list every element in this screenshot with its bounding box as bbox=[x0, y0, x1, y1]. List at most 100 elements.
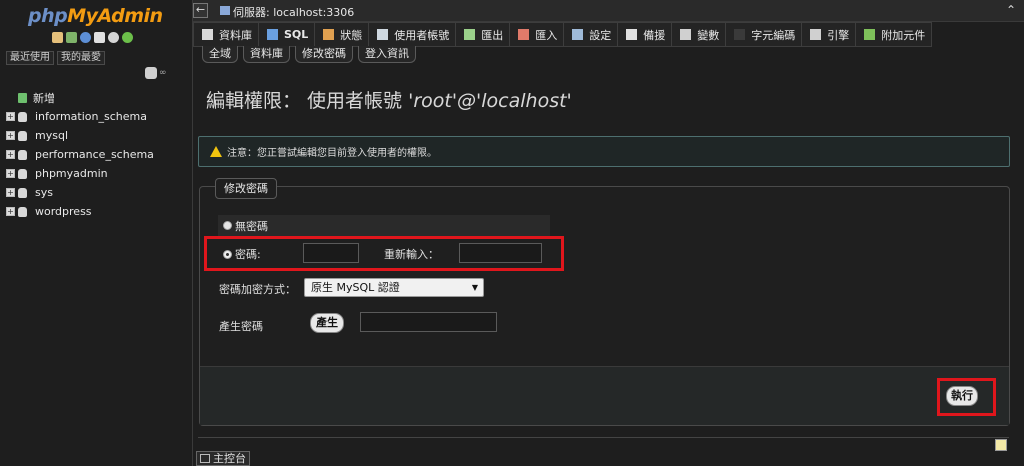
database-label: mysql bbox=[35, 129, 68, 142]
highlight-box-password bbox=[204, 236, 564, 271]
expand-icon[interactable]: + bbox=[6, 131, 15, 140]
menu-item-label: 變數 bbox=[697, 28, 720, 42]
logout-icon[interactable] bbox=[66, 32, 77, 43]
server-breadcrumb-bar: ← 伺服器: localhost:3306 ⌃ bbox=[193, 0, 1024, 22]
generate-button[interactable]: 產生 bbox=[310, 313, 344, 333]
expand-icon[interactable]: + bbox=[6, 207, 15, 216]
logo-text-myadmin: MyAdmin bbox=[67, 5, 163, 27]
database-icon bbox=[18, 149, 27, 160]
tree-item-mysql[interactable]: + mysql bbox=[6, 126, 191, 145]
wrench-icon bbox=[572, 29, 584, 40]
notice-text: 注意：您正嘗試編輯您目前登入使用者的權限。 bbox=[227, 148, 437, 159]
tree-item-phpmyadmin[interactable]: + phpmyadmin bbox=[6, 164, 191, 183]
replication-icon bbox=[626, 29, 638, 40]
engine-icon bbox=[810, 29, 822, 40]
expand-icon[interactable]: + bbox=[6, 188, 15, 197]
menu-item-users[interactable]: 使用者帳號 bbox=[369, 22, 457, 47]
chevron-down-icon: ▼ bbox=[471, 283, 478, 292]
collapse-topbar-icon[interactable]: ⌃ bbox=[1006, 3, 1016, 17]
expand-icon[interactable]: + bbox=[6, 150, 15, 159]
server-breadcrumb[interactable]: 伺服器: localhost:3306 bbox=[233, 4, 354, 20]
server-icon bbox=[220, 6, 230, 15]
menu-item-label: 匯出 bbox=[481, 28, 504, 42]
menu-item-wrench[interactable]: 設定 bbox=[564, 22, 619, 47]
subtab-global[interactable]: 全域 bbox=[202, 46, 238, 63]
menu-item-import[interactable]: 匯入 bbox=[510, 22, 565, 47]
docs-icon[interactable] bbox=[94, 32, 105, 43]
menu-item-sql[interactable]: SQL bbox=[259, 22, 316, 47]
plugin-icon bbox=[864, 29, 876, 40]
tree-item-information-schema[interactable]: + information_schema bbox=[6, 107, 191, 126]
database-icon bbox=[18, 111, 27, 122]
fieldset-legend: 修改密碼 bbox=[215, 178, 277, 199]
database-label: sys bbox=[35, 186, 53, 199]
menu-item-replication[interactable]: 備援 bbox=[618, 22, 673, 47]
recent-tab[interactable]: 最近使用 bbox=[6, 51, 54, 65]
collapse-all-icon[interactable] bbox=[145, 67, 157, 79]
form-footer bbox=[200, 366, 1009, 425]
tree-item-performance-schema[interactable]: + performance_schema bbox=[6, 145, 191, 164]
menu-item-label: 匯入 bbox=[535, 28, 558, 42]
notice-box: 注意：您正嘗試編輯您目前登入使用者的權限。 bbox=[198, 136, 1010, 167]
sql-icon bbox=[267, 29, 278, 40]
reload-icon[interactable] bbox=[122, 32, 133, 43]
database-icon bbox=[202, 29, 213, 40]
page-title: 編輯權限： 使用者帳號 'root'@'localhost' bbox=[206, 86, 572, 113]
nav-quick-icons bbox=[52, 32, 133, 46]
menu-item-label: 字元編碼 bbox=[751, 28, 796, 42]
console-tab[interactable]: 主控台 bbox=[196, 451, 250, 466]
tree-item-sys[interactable]: + sys bbox=[6, 183, 191, 202]
expand-icon[interactable]: + bbox=[6, 169, 15, 178]
menu-item-charset[interactable]: 字元編碼 bbox=[726, 22, 803, 47]
status-icon bbox=[323, 29, 335, 40]
new-database-icon bbox=[18, 92, 27, 103]
no-password-label[interactable]: 無密碼 bbox=[235, 218, 268, 234]
back-arrow-icon[interactable]: ← bbox=[193, 3, 208, 18]
menu-item-variables[interactable]: 變數 bbox=[672, 22, 727, 47]
users-icon bbox=[377, 29, 389, 40]
import-icon bbox=[518, 29, 530, 40]
expand-icon[interactable]: + bbox=[6, 112, 15, 121]
favorites-tab[interactable]: 我的最愛 bbox=[57, 51, 105, 65]
menu-item-label: 資料庫 bbox=[219, 28, 252, 42]
menu-item-status[interactable]: 狀態 bbox=[315, 22, 370, 47]
menu-item-label: 附加元件 bbox=[881, 28, 926, 42]
warning-icon bbox=[210, 146, 222, 157]
menu-item-database[interactable]: 資料庫 bbox=[193, 22, 259, 47]
page-title-prefix: 編輯權限： 使用者帳號 bbox=[206, 90, 403, 112]
new-database-label: 新增 bbox=[33, 91, 55, 105]
menu-item-label: SQL bbox=[284, 28, 309, 41]
help-icon[interactable] bbox=[80, 32, 91, 43]
subtab-login-info[interactable]: 登入資訊 bbox=[358, 46, 416, 63]
database-label: performance_schema bbox=[35, 148, 154, 161]
tree-item-new[interactable]: 新增 bbox=[6, 88, 191, 107]
phpmyadmin-logo[interactable]: phpMyAdmin bbox=[28, 5, 163, 31]
navigation-panel: phpMyAdmin 最近使用 我的最愛 ∞ 新增 + information_… bbox=[0, 0, 193, 466]
database-icon bbox=[18, 187, 27, 198]
logo-text-php: php bbox=[28, 5, 68, 27]
generated-password-field[interactable] bbox=[360, 312, 497, 332]
menu-item-plugin[interactable]: 附加元件 bbox=[856, 22, 933, 47]
note-icon[interactable] bbox=[995, 439, 1007, 451]
main-menu: 資料庫 SQL 狀態 使用者帳號 匯出 匯入 設定 備援 變數 字元編碼 引擎 附加元件 bbox=[193, 22, 1024, 47]
link-icon[interactable]: ∞ bbox=[159, 68, 167, 78]
menu-item-export[interactable]: 匯出 bbox=[456, 22, 511, 47]
database-label: phpmyadmin bbox=[35, 167, 108, 180]
console-label: 主控台 bbox=[213, 452, 246, 465]
no-password-radio[interactable] bbox=[223, 221, 232, 230]
home-icon[interactable] bbox=[52, 32, 63, 43]
subtab-change-password[interactable]: 修改密碼 bbox=[295, 46, 353, 63]
database-icon bbox=[18, 130, 27, 141]
subtab-database[interactable]: 資料庫 bbox=[243, 46, 290, 63]
export-icon bbox=[464, 29, 476, 40]
page-title-user: 'root'@'localhost' bbox=[408, 90, 572, 112]
hashing-method-select[interactable]: 原生 MySQL 認證 ▼ bbox=[304, 278, 484, 297]
menu-item-label: 狀態 bbox=[340, 28, 363, 42]
tree-item-wordpress[interactable]: + wordpress bbox=[6, 202, 191, 221]
menu-item-engine[interactable]: 引擎 bbox=[802, 22, 857, 47]
no-password-option[interactable]: 無密碼 bbox=[218, 215, 550, 236]
gear-icon[interactable] bbox=[108, 32, 119, 43]
variables-icon bbox=[680, 29, 692, 40]
database-icon bbox=[18, 168, 27, 179]
hashing-method-value: 原生 MySQL 認證 bbox=[311, 281, 400, 294]
